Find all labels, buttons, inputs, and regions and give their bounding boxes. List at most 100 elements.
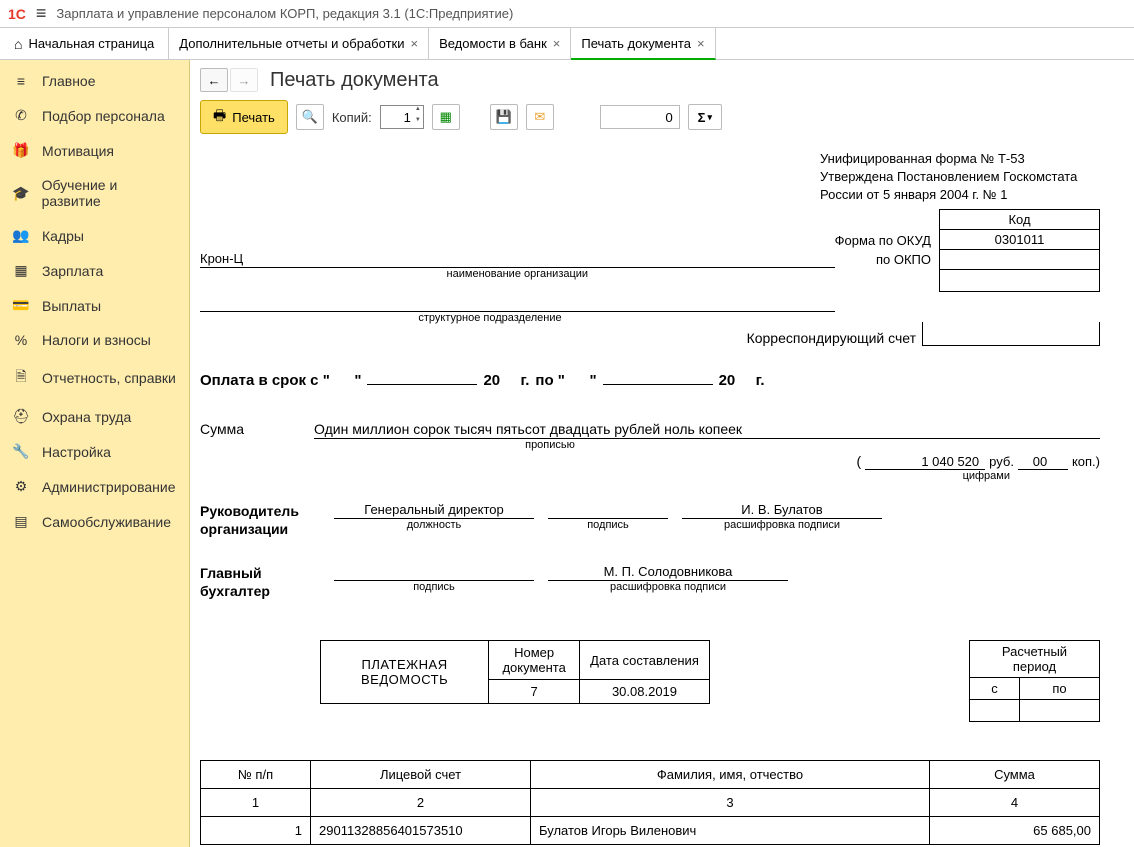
sidebar-item-admin[interactable]: ⚙ Администрирование [0,469,189,504]
table-edit-icon: ▦ [440,109,452,125]
sidebar: ≡Главное ✆ Подбор персонала 🎁 Мотивация 🎓О… [0,60,190,847]
spinner-up[interactable]: ▲ [413,106,423,117]
spinner-down[interactable]: ▼ [413,117,423,128]
sidebar-item-payments[interactable]: 💳Выплаты [0,288,189,323]
sidebar-item-motivation[interactable]: 🎁 Мотивация [0,133,189,168]
magnifier-icon: 🔍 [302,109,318,125]
payment-term-row: Оплата в срок с " " 20 г. по " " 20 г. [200,372,1100,389]
code-table: Код 0301011 [939,209,1100,292]
logo-1c: 1C [8,6,26,22]
tabs-row: ⌂ Начальная страница Дополнительные отче… [0,28,1134,60]
nav-back-button[interactable]: ← [200,68,228,92]
sidebar-item-label: Самообслуживание [42,514,171,530]
main-area: ← → Печать документа 🖶 Печать 🔍 Копий: ▲… [190,60,1134,847]
pv-num: 7 [489,680,580,704]
close-icon[interactable]: × [410,36,418,51]
sidebar-item-label: Администрирование [42,479,176,495]
nav-forward-button[interactable]: → [230,68,258,92]
page-title: Печать документа [270,69,439,92]
sidebar-item-label: Отчетность, справки [42,370,176,386]
sidebar-item-settings[interactable]: 🔧 Настройка [0,434,189,469]
sidebar-item-recruit[interactable]: ✆ Подбор персонала [0,98,189,133]
subdivision-line [200,294,835,312]
helmet-icon: ⛑ [12,408,30,425]
sidebar-item-label: Мотивация [42,143,114,159]
sidebar-item-hr[interactable]: 👥Кадры [0,218,189,253]
print-button-label: Печать [232,110,275,125]
head-sign-row: Руководитель организации Генеральный дир… [200,502,1100,538]
email-button[interactable]: ✉ [526,104,554,130]
people-icon: 👥 [12,227,30,244]
sidebar-item-reports[interactable]: 🗎 Отчетность, справки [0,357,189,399]
tab-reports[interactable]: Дополнительные отчеты и обработки × [169,28,429,59]
sidebar-item-label: Выплаты [42,298,101,314]
sidebar-item-label: Главное [42,73,96,89]
save-button[interactable]: 💾 [490,104,518,130]
org-name: Крон-Ц [200,251,835,268]
sidebar-item-label: Настройка [42,444,111,460]
sidebar-item-education[interactable]: 🎓Обучение и развитие [0,168,189,218]
hamburger-icon[interactable]: ≡ [36,3,47,24]
pv-num-label: Номер документа [489,641,580,680]
sidebar-item-selfservice[interactable]: ▤ Самообслуживание [0,504,189,539]
sum-digits-row: ( 1 040 520 руб. 00 коп.) [200,453,1100,470]
phone-icon: ✆ [12,107,30,124]
zero-field[interactable] [600,105,680,129]
close-icon[interactable]: × [553,36,561,51]
sidebar-item-label: Обучение и развитие [42,177,177,209]
sidebar-item-label: Охрана труда [42,409,131,425]
dropdown-icon: ▾ [707,112,712,123]
gear-icon: ⚙ [12,478,30,495]
code-header: Код [940,209,1100,229]
period-label: Расчетный период [970,641,1100,678]
app-title: Зарплата и управление персоналом КОРП, р… [56,6,513,21]
close-icon[interactable]: × [697,36,705,51]
form-approval-text: Унифицированная форма № Т-53 Утверждена … [820,150,1100,205]
tab-label: Печать документа [581,36,691,51]
document-icon: 🗎 [12,366,30,390]
sum-text-caption: прописью [400,439,700,451]
tab-print-document[interactable]: Печать документа × [571,28,715,60]
main-header: ← → Печать документа [190,60,1134,96]
printer-icon: 🖶 [213,105,226,129]
okpo-value [940,249,1100,269]
tab-home[interactable]: ⌂ Начальная страница [0,28,169,59]
tab-bank[interactable]: Ведомости в банк × [429,28,571,59]
sidebar-item-safety[interactable]: ⛑ Охрана труда [0,399,189,434]
sidebar-item-taxes[interactable]: %Налоги и взносы [0,323,189,357]
home-icon: ⌂ [14,36,22,52]
print-button[interactable]: 🖶 Печать [200,100,288,134]
okud-label: Форма по ОКУД [835,231,931,251]
sum-kop-digits: 00 [1018,454,1068,470]
col-header-account: Лицевой счет [311,761,531,789]
document-area[interactable]: Унифицированная форма № Т-53 Утверждена … [190,144,1134,847]
sidebar-item-label: Подбор персонала [42,108,165,124]
preview-button[interactable]: 🔍 [296,104,324,130]
acc-name: М. П. Солодовникова [548,564,788,581]
head-label: Руководитель организации [200,502,320,538]
col-header-num: № п/п [201,761,311,789]
wrench-icon: 🔧 [12,443,30,460]
copies-label: Копий: [332,110,372,125]
col-header-sum: Сумма [930,761,1100,789]
sigma-button[interactable]: Σ▾ [688,104,722,130]
sidebar-item-salary[interactable]: ▦Зарплата [0,253,189,288]
gift-icon: 🎁 [12,142,30,159]
table-icon: ▦ [12,262,30,279]
sum-digits: 1 040 520 [865,454,985,470]
edit-button[interactable]: ▦ [432,104,460,130]
pv-date: 30.08.2019 [580,680,710,704]
table-row: 1 29011328856401573510 Булатов Игорь Вил… [201,817,1100,845]
korr-label: Корреспондирующий счет [747,330,916,346]
panel-icon: ▤ [12,513,30,530]
okud-value: 0301011 [940,229,1100,249]
titlebar: 1C ≡ Зарплата и управление персоналом КО… [0,0,1134,28]
sum-digits-caption: цифрами [200,470,1010,482]
envelope-icon: ✉ [534,109,545,125]
sum-text: Один миллион сорок тысяч пятьсот двадцат… [314,421,1100,439]
pv-date-label: Дата составления [580,641,710,680]
main-table: № п/п Лицевой счет Фамилия, имя, отчеств… [200,760,1100,845]
arrow-right-icon: → [238,73,251,88]
korr-box [922,322,1100,346]
sidebar-item-main[interactable]: ≡Главное [0,64,189,98]
